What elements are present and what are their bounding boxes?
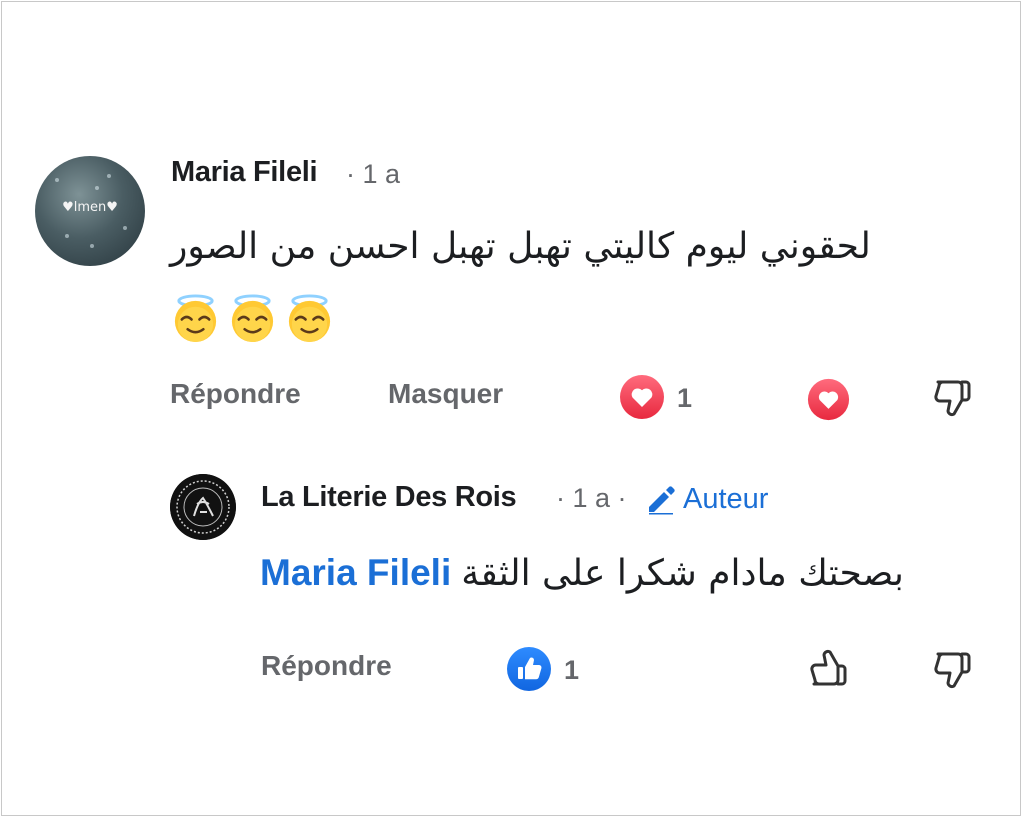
- thumbs-down-icon[interactable]: [930, 648, 974, 692]
- love-button-icon[interactable]: [807, 378, 850, 421]
- pencil-icon: [649, 486, 675, 515]
- reply-timestamp: · 1 a ·: [556, 483, 627, 513]
- comment-text: لحقوني ليوم كاليتي تهبل تهبل احسن من الص…: [170, 226, 930, 267]
- comment-text-body: لحقوني ليوم كاليتي تهبل تهبل احسن من الص…: [170, 226, 871, 267]
- reply-text: Maria Fileli بصحتك مادام شكرا على الثقة: [260, 552, 980, 594]
- thumbs-up-icon[interactable]: [806, 646, 850, 690]
- reply-reaction-count: 1: [564, 655, 580, 685]
- like-reaction-icon[interactable]: [506, 646, 552, 692]
- author-badge: Auteur: [645, 481, 768, 517]
- smiling-face-with-halo-icon: [231, 294, 274, 343]
- reply-button[interactable]: Répondre: [170, 378, 301, 410]
- reply-author-name[interactable]: La Literie Des Rois: [261, 481, 517, 514]
- love-reaction-icon[interactable]: [619, 374, 665, 420]
- author-badge-label: Auteur: [683, 482, 769, 515]
- thumbs-down-icon[interactable]: [930, 376, 974, 420]
- hide-button[interactable]: Masquer: [388, 378, 503, 410]
- avatar-text: ♥lmen♥: [62, 200, 118, 215]
- mention-link[interactable]: Maria Fileli: [260, 552, 451, 593]
- comment-timestamp: · 1 a: [346, 159, 401, 189]
- frame-border: [1, 1, 1021, 816]
- reply-text-body: بصحتك مادام شكرا على الثقة: [461, 553, 904, 594]
- reply-avatar[interactable]: [170, 474, 236, 540]
- avatar[interactable]: ♥lmen♥: [35, 156, 145, 266]
- brand-logo-icon: [170, 474, 236, 540]
- comment-author-name[interactable]: Maria Fileli: [171, 156, 318, 189]
- reply-button[interactable]: Répondre: [261, 650, 392, 682]
- smiling-face-with-halo-icon: [174, 294, 217, 343]
- smiling-face-with-halo-icon: [288, 294, 331, 343]
- reaction-count: 1: [677, 383, 693, 413]
